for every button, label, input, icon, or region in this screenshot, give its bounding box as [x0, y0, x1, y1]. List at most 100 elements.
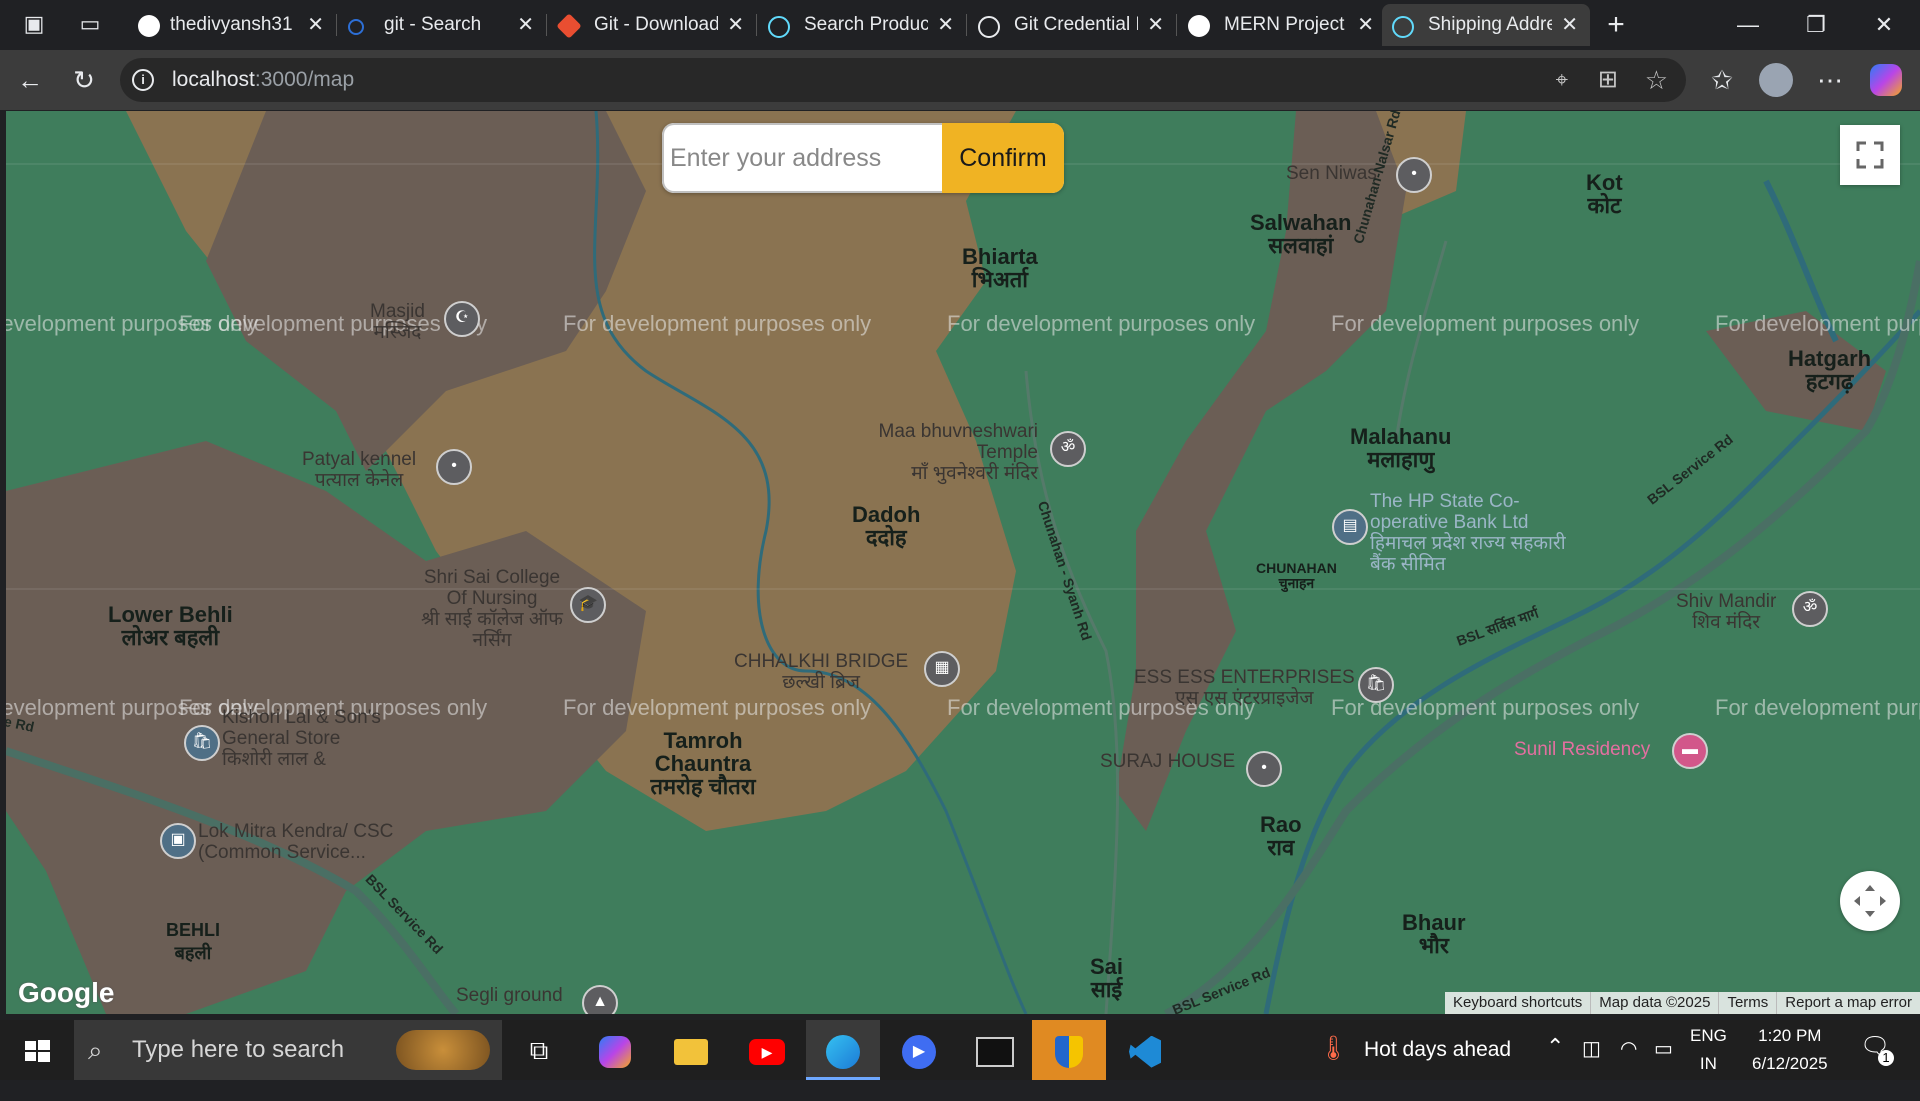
favorites-icon[interactable]: ✩ — [1702, 60, 1742, 100]
refresh-icon[interactable]: ↻ — [64, 60, 104, 100]
shop-pin-icon[interactable]: 🛍 — [184, 725, 220, 761]
poi-label[interactable]: Shri Sai College Of Nursing श्री साई कॉले… — [412, 567, 572, 651]
poi-label[interactable]: Lok Mitra Kendra/ CSC (Common Service... — [198, 821, 438, 863]
address-bar[interactable]: i localhost:3000/map ⌖ ⊞ ☆ — [120, 58, 1686, 102]
park-pin-icon[interactable]: ▲ — [582, 985, 618, 1014]
file-explorer-icon[interactable] — [654, 1020, 728, 1080]
location-icon[interactable]: ⌖ — [1556, 60, 1568, 100]
report-map-error-link[interactable]: Report a map error — [1776, 992, 1920, 1014]
close-tab-icon[interactable]: ✕ — [517, 4, 534, 46]
tab-shipping-address[interactable]: Shipping Address ✕ — [1382, 4, 1590, 46]
landmark-pin-icon[interactable]: • — [1246, 751, 1282, 787]
place-label[interactable]: Bhaur भौर — [1402, 911, 1466, 957]
place-label[interactable]: Hatgarh हटगढ़ — [1788, 347, 1871, 393]
new-tab-button[interactable]: + — [1588, 0, 1644, 50]
wifi-icon[interactable]: ◠ — [1620, 1036, 1637, 1061]
security-shield-icon[interactable] — [1032, 1020, 1106, 1080]
place-label[interactable]: Sai साई — [1090, 955, 1123, 1001]
keyboard-shortcuts-link[interactable]: Keyboard shortcuts — [1445, 992, 1590, 1014]
landmark-pin-icon[interactable]: • — [436, 449, 472, 485]
edge-browser-icon[interactable] — [806, 1020, 880, 1080]
vscode-icon[interactable] — [1108, 1020, 1182, 1080]
poi-label[interactable]: Patyal kennel पत्याल केनेल — [302, 449, 416, 491]
copilot-app-icon[interactable] — [578, 1020, 652, 1080]
poi-label[interactable]: Kishori Lal & Son's General Store किशोरी … — [222, 707, 422, 770]
close-tab-icon[interactable]: ✕ — [1357, 4, 1374, 46]
tab-git-search[interactable]: git - Search ✕ — [338, 4, 546, 46]
map-canvas[interactable]: For development purposes only For develo… — [6, 111, 1920, 1014]
clock[interactable]: 1:20 PM 6/12/2025 — [1752, 1026, 1828, 1074]
place-label[interactable]: BEHLI बहली — [166, 919, 220, 965]
place-label[interactable]: CHUNAHAN चुनाहन — [1256, 561, 1337, 591]
close-tab-icon[interactable]: ✕ — [937, 4, 954, 46]
tab-search-products[interactable]: Search Products ✕ — [758, 4, 966, 46]
temple-pin-icon[interactable]: ॐ — [1050, 431, 1086, 467]
tab-git-credential[interactable]: Git Credential Manager ✕ — [968, 4, 1176, 46]
tray-chevron-icon[interactable]: ⌃ — [1546, 1034, 1564, 1060]
place-label[interactable]: Salwahan सलवाहां — [1250, 211, 1351, 257]
poi-label[interactable]: ESS ESS ENTERPRISES एस एस एंटरप्राइजेज — [1134, 667, 1355, 709]
weather-icon[interactable]: 🌡 — [1318, 1034, 1348, 1063]
poi-label[interactable]: SURAJ HOUSE — [1100, 751, 1235, 772]
close-tab-icon[interactable]: ✕ — [1147, 4, 1164, 46]
language-indicator[interactable]: ENG IN — [1690, 1026, 1727, 1074]
tab-mern-project[interactable]: MERN Project ✕ — [1178, 4, 1386, 46]
place-label[interactable]: Dadoh ददोह — [852, 503, 920, 549]
poi-label[interactable]: Sen Niwas — [1286, 163, 1377, 184]
restore-button[interactable]: ❐ — [1788, 0, 1844, 50]
site-info-icon[interactable]: i — [132, 69, 154, 91]
vertical-tabs-icon[interactable]: ▭ — [70, 4, 110, 44]
landmark-pin-icon[interactable]: • — [1396, 157, 1432, 193]
mosque-pin-icon[interactable]: ☪ — [444, 301, 480, 337]
more-menu-icon[interactable]: ⋯ — [1810, 60, 1850, 100]
temple-pin-icon[interactable]: ॐ — [1792, 591, 1828, 627]
bank-pin-icon[interactable]: ▤ — [1332, 509, 1368, 545]
task-view-icon[interactable]: ⧉ — [502, 1020, 576, 1080]
poi-label[interactable]: Masjid मस्जिद — [370, 301, 425, 343]
back-icon[interactable]: ← — [10, 60, 50, 100]
close-tab-icon[interactable]: ✕ — [307, 4, 324, 46]
minimize-button[interactable]: — — [1720, 0, 1776, 50]
close-tab-icon[interactable]: ✕ — [1561, 4, 1578, 46]
weather-text[interactable]: Hot days ahead — [1364, 1038, 1511, 1062]
favorite-star-icon[interactable]: ☆ — [1645, 60, 1668, 100]
place-label[interactable]: Bhiarta भिअर्ता — [962, 245, 1038, 291]
place-label[interactable]: Lower Behli लोअर बहली — [108, 603, 233, 649]
battery-icon[interactable]: ▭ — [1654, 1036, 1673, 1061]
shop-pin-icon[interactable]: 🛍 — [1358, 667, 1394, 703]
place-label[interactable]: Rao राव — [1260, 813, 1302, 859]
confirm-button[interactable]: Confirm — [942, 123, 1064, 193]
close-tab-icon[interactable]: ✕ — [727, 4, 744, 46]
poi-label[interactable]: Maa bhuvneshwari Temple माँ भुवनेश्वरी मं… — [868, 421, 1038, 484]
poi-label[interactable]: CHHALKHI BRIDGE छल्खी ब्रिज — [734, 651, 908, 693]
terminal-icon[interactable] — [958, 1020, 1032, 1080]
search-highlight-image[interactable] — [396, 1030, 490, 1070]
youtube-app-icon[interactable]: ▶ — [730, 1020, 804, 1080]
bridge-pin-icon[interactable]: ▦ — [924, 651, 960, 687]
school-pin-icon[interactable]: 🎓 — [570, 587, 606, 623]
google-logo[interactable]: Google — [18, 977, 114, 1009]
poi-label[interactable]: Segli ground — [456, 985, 563, 1006]
start-button[interactable] — [0, 1020, 74, 1080]
tab-github[interactable]: thedivyansh31 ✕ — [128, 4, 336, 46]
place-label[interactable]: Malahanu मलाहाणु — [1350, 425, 1451, 471]
poi-label[interactable]: The HP State Co-operative Bank Ltd हिमाचल… — [1370, 491, 1590, 575]
poi-label[interactable]: Shiv Mandir शिव मंदिर — [1676, 591, 1776, 633]
close-window-button[interactable]: ✕ — [1856, 0, 1912, 50]
tab-git-downloads[interactable]: Git - Downloads ✕ — [548, 4, 756, 46]
terms-link[interactable]: Terms — [1718, 992, 1776, 1014]
workspaces-icon[interactable]: ▣ — [14, 4, 54, 44]
office-pin-icon[interactable]: ▣ — [160, 823, 196, 859]
taskbar-search-box[interactable]: ⌕ Type here to search — [74, 1020, 502, 1080]
apps-icon[interactable]: ⊞ — [1598, 60, 1618, 100]
media-player-icon[interactable]: ▶ — [882, 1020, 956, 1080]
meet-now-icon[interactable]: ◫ — [1582, 1036, 1601, 1061]
profile-avatar[interactable] — [1756, 60, 1796, 100]
hotel-pin-icon[interactable]: ▬ — [1672, 733, 1708, 769]
copilot-icon[interactable] — [1866, 60, 1906, 100]
fullscreen-button[interactable] — [1840, 125, 1900, 185]
poi-label[interactable]: Sunil Residency — [1514, 739, 1650, 760]
map-camera-control[interactable] — [1840, 871, 1900, 931]
address-input[interactable] — [662, 123, 942, 193]
place-label[interactable]: Tamroh Chauntra तमरोह चौतरा — [648, 729, 758, 798]
